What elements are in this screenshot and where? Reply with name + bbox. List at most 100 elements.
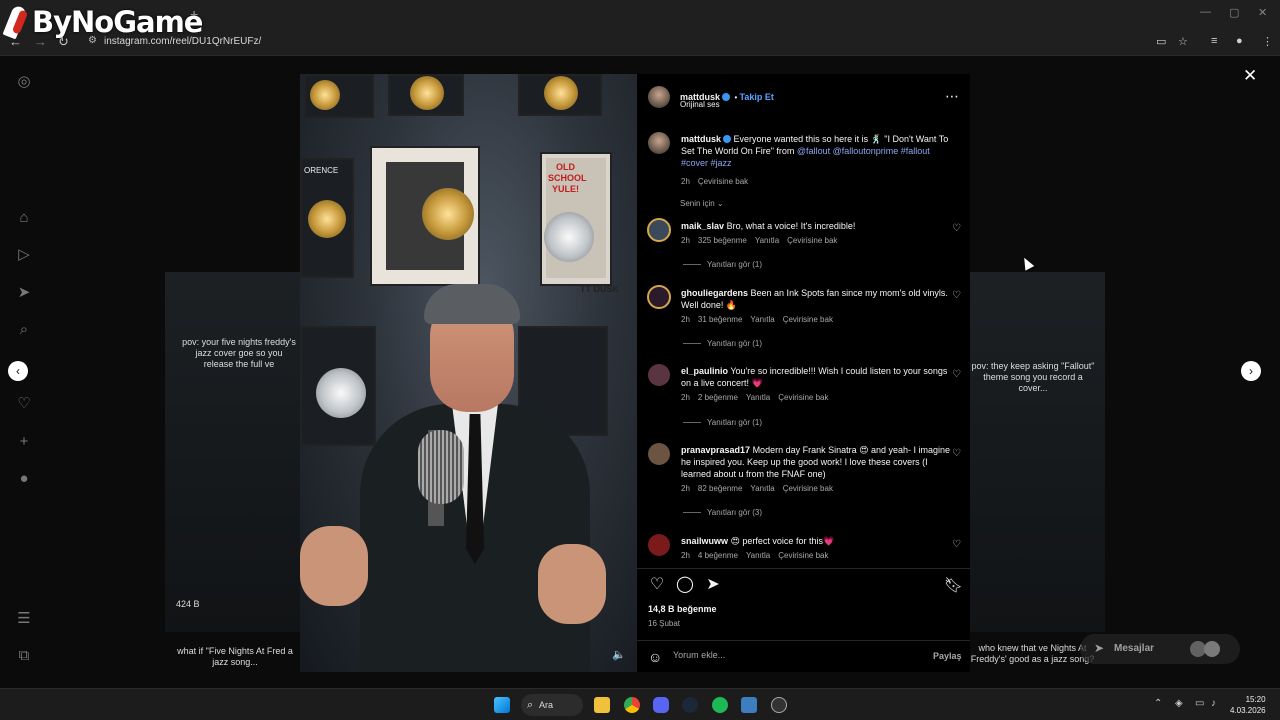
bookmark-icon[interactable]: 🔖︎ [944,576,963,594]
comment-translate-link[interactable]: Çevirisine bak [783,484,833,493]
comment-likes[interactable]: 4 beğenme [698,551,738,560]
view-replies-button[interactable]: Yanıtları gör (1) [683,260,762,269]
speaker-icon[interactable]: 🔈 [612,648,626,661]
view-replies-button[interactable]: Yanıtları gör (1) [683,339,762,348]
share-icon[interactable]: ➤ [704,576,722,594]
home-icon[interactable]: ⌂ [14,208,34,228]
comment-reply-button[interactable]: Yanıtla [746,393,770,402]
audio-label[interactable]: Orijinal ses [680,100,720,109]
more-icon[interactable]: ⋯ [945,88,960,105]
post-comment-button[interactable]: Paylaş [933,651,962,661]
comment-likes[interactable]: 31 beğenme [698,315,742,324]
close-icon[interactable]: ✕ [1243,66,1257,86]
app-icon[interactable] [741,697,757,713]
author-avatar[interactable] [648,86,670,108]
taskbar-clock[interactable]: 15:20 4.03.2026 [1230,694,1266,716]
comment-avatar[interactable] [647,218,671,242]
comment-avatar[interactable] [647,285,671,309]
comment-like-icon[interactable]: ♡ [952,369,961,380]
volume-icon[interactable]: ♪ [1211,698,1216,709]
profile-icon[interactable]: ● [14,469,34,489]
comment-reply-button[interactable]: Yanıtla [746,551,770,560]
comment-likes[interactable]: 325 beğenme [698,236,747,245]
microphone [418,430,464,504]
reels-icon[interactable]: ▷ [14,245,34,265]
comment-reply-button[interactable]: Yanıtla [750,315,774,324]
comment-likes[interactable]: 2 beğenme [698,393,738,402]
comment-avatar[interactable] [648,443,670,465]
comment-username[interactable]: snailwuww [681,536,728,546]
heart-icon[interactable]: ♡ [14,394,34,414]
microphone-icon[interactable]: ◈ [1175,698,1183,709]
tray-chevron-icon[interactable]: ⌃ [1154,698,1162,709]
taskbar-search[interactable]: Ara [521,694,583,716]
caption-username[interactable]: mattdusk [681,134,721,144]
bookmark-star-icon[interactable]: ☆ [1178,35,1188,48]
address-bar[interactable]: ⚙ instagram.com/reel/DU1QrNrEUFz/ [82,33,1202,51]
steam-icon[interactable] [682,697,698,713]
clock-time: 15:20 [1245,695,1266,704]
plus-icon[interactable]: + [14,432,34,452]
comment-username[interactable]: pranavprasad17 [681,445,750,455]
messages-button[interactable]: ➤ Mesajlar [1080,634,1240,664]
maximize-button[interactable]: ▢ [1229,6,1239,19]
view-replies-button[interactable]: Yanıtları gör (1) [683,418,762,427]
post-likes[interactable]: 14,8 B beğenme [648,604,717,614]
spotify-icon[interactable] [712,697,728,713]
comment-avatar[interactable] [648,534,670,556]
comment-translate-link[interactable]: Çevirisine bak [787,236,837,245]
chevron-left-icon[interactable]: ‹ [8,361,28,381]
comment-like-icon[interactable]: ♡ [952,539,961,550]
more-apps-icon[interactable]: ⧉ [14,646,34,666]
previous-reel-preview[interactable] [165,272,300,632]
comment-avatar[interactable] [648,364,670,386]
comment-sort-dropdown[interactable]: Senin için ⌄ [680,199,724,208]
mention-fallout[interactable]: @fallout [797,146,830,156]
browser-menu-icon[interactable]: ⋮ [1262,35,1273,48]
emoji-icon[interactable]: ☺ [648,649,662,665]
comment-translate-link[interactable]: Çevirisine bak [778,393,828,402]
start-icon[interactable] [494,697,510,713]
comment-reply-button[interactable]: Yanıtla [755,236,779,245]
caption-translate-link[interactable]: Çevirisine bak [698,177,748,186]
chevron-right-icon[interactable]: › [1241,361,1261,381]
mention-falloutonprime[interactable]: @falloutonprime [833,146,899,156]
follow-button[interactable]: Takip Et [740,92,774,102]
send-icon[interactable]: ➤ [14,283,34,303]
next-reel-preview[interactable] [970,272,1105,632]
view-replies-button[interactable]: Yanıtları gör (3) [683,508,762,517]
minimize-button[interactable]: — [1200,6,1211,18]
clock-date: 4.03.2026 [1230,706,1266,715]
chrome-icon[interactable] [624,697,640,713]
comment-text: Bro, what a voice! It's incredible! [726,221,856,231]
comment-translate-link[interactable]: Çevirisine bak [783,315,833,324]
comment-username[interactable]: ghouliegardens [681,288,748,298]
comment-like-icon[interactable]: ♡ [952,290,961,301]
comment-like-icon[interactable]: ♡ [952,223,961,234]
window-close-button[interactable]: ✕ [1258,6,1267,19]
comment-username[interactable]: maik_slav [681,221,724,231]
caption-avatar[interactable] [648,132,670,154]
like-heart-icon[interactable]: ♡ [648,576,666,594]
network-icon[interactable]: ▭ [1195,698,1204,709]
comment-likes[interactable]: 82 beğenme [698,484,742,493]
app-icon[interactable] [771,697,787,713]
comment-input[interactable] [673,650,893,660]
comment-reply-button[interactable]: Yanıtla [750,484,774,493]
cast-icon[interactable]: ▭ [1156,35,1166,48]
comment-username[interactable]: el_paulinio [681,366,728,376]
comment-icon[interactable]: ◯ [676,576,694,594]
comment-item: snailwuww 😍 perfect voice for this💗 2h 4… [681,535,951,560]
instagram-icon[interactable]: ◎ [14,72,34,92]
search-icon[interactable]: ⌕ [14,320,34,340]
profile-avatar[interactable]: ● [1236,35,1243,47]
menu-icon[interactable]: ☰ [14,609,34,629]
media-control-icon[interactable]: ≡ [1211,35,1217,47]
reel-detail-panel: mattdusk • Takip Et Orijinal ses ⋯ mattd… [637,74,970,672]
comment-translate-link[interactable]: Çevirisine bak [778,551,828,560]
comment-like-icon[interactable]: ♡ [952,448,961,459]
discord-icon[interactable] [653,697,669,713]
reel-video[interactable]: ORENCE OLD SCHOOL YULE! TT DUSK 🔈 [300,74,637,672]
file-explorer-icon[interactable] [594,697,610,713]
wall-frame [388,74,464,116]
